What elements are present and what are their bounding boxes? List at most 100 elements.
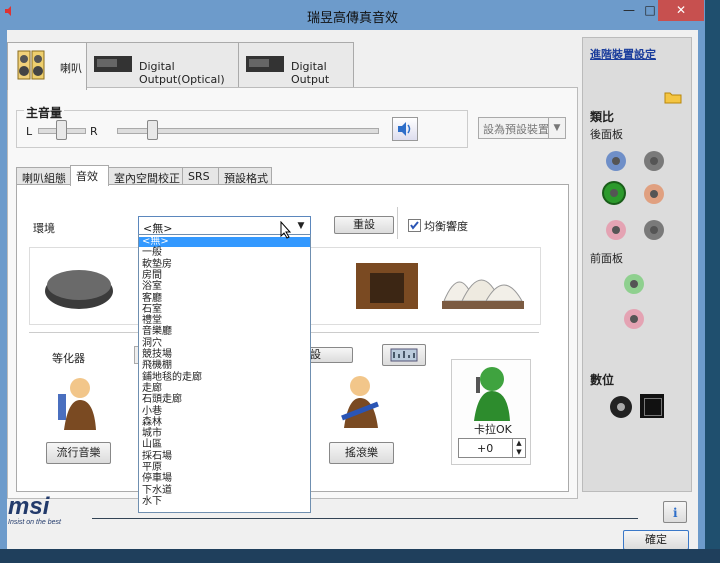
msi-logo: msi Insist on the best bbox=[8, 494, 62, 526]
tab-label: Digital Output(Optical) bbox=[139, 60, 225, 86]
tab-speakers[interactable]: 喇叭 bbox=[7, 42, 87, 90]
env-stone-room-icon[interactable] bbox=[346, 255, 432, 317]
info-icon: i bbox=[673, 506, 678, 520]
set-default-device-dropdown[interactable]: 設為預設裝置 ▼ bbox=[478, 117, 566, 139]
environment-option[interactable]: 客廳 bbox=[139, 293, 310, 304]
environment-option[interactable]: 飛機棚 bbox=[139, 361, 310, 371]
karaoke-value: +0 bbox=[477, 442, 494, 455]
environment-option[interactable]: 石室 bbox=[139, 304, 310, 315]
karaoke-stepper[interactable]: +0 ▲ ▼ bbox=[458, 438, 526, 458]
speaker-icon bbox=[17, 50, 45, 80]
rear-jack-green[interactable] bbox=[604, 183, 624, 203]
rear-jack-gray[interactable] bbox=[644, 151, 664, 171]
front-panel-label: 前面板 bbox=[590, 252, 623, 265]
speaker-volume-icon bbox=[398, 122, 411, 136]
karaoke-singer-icon bbox=[474, 367, 510, 421]
rear-jack-blue[interactable] bbox=[606, 151, 626, 171]
svg-text:msi: msi bbox=[8, 494, 51, 520]
footer-divider bbox=[92, 518, 638, 519]
eq-graphic-button[interactable] bbox=[382, 344, 426, 366]
environment-option[interactable]: 採石場 bbox=[139, 451, 310, 462]
folder-icon[interactable] bbox=[664, 90, 682, 104]
stepper-arrows[interactable]: ▲ ▼ bbox=[512, 439, 525, 457]
tab-label: 喇叭 bbox=[60, 62, 82, 75]
balance-slider-thumb[interactable] bbox=[56, 120, 67, 140]
environment-option[interactable]: 浴室 bbox=[139, 282, 310, 292]
environment-option[interactable]: 鋪地毯的走廊 bbox=[139, 372, 310, 383]
balance-right-label: R bbox=[90, 125, 98, 138]
svg-text:i: i bbox=[673, 506, 678, 520]
rock-guitarist-icon bbox=[341, 376, 379, 428]
pop-singer-icon bbox=[58, 378, 96, 430]
balance-left-label: L bbox=[26, 125, 33, 138]
mouse-cursor-icon bbox=[280, 221, 292, 239]
environment-option[interactable]: 禮堂 bbox=[139, 316, 310, 326]
volume-slider-thumb[interactable] bbox=[147, 120, 158, 140]
tab-srs[interactable]: SRS bbox=[182, 167, 219, 185]
front-jack-green[interactable] bbox=[624, 274, 644, 294]
environment-dropdown-list: <無> 一般 軟墊房 房間 浴室 客廳 石室 禮堂 音樂廳 洞穴 競技場 飛機棚 鋪地毯的走廊 走廊 石頭走… bbox=[138, 234, 311, 513]
environment-option[interactable]: 房間 bbox=[139, 270, 310, 281]
env-opera-house-icon[interactable] bbox=[440, 255, 526, 317]
environment-option[interactable]: 一般 bbox=[139, 248, 310, 258]
title-bar: 瑞昱高傳真音效 — □ ✕ bbox=[0, 0, 705, 30]
rear-jack-orange[interactable] bbox=[644, 184, 664, 204]
tab-speaker-config[interactable]: 喇叭組態 bbox=[16, 167, 71, 185]
svg-text:Insist on the best: Insist on the best bbox=[8, 519, 62, 526]
tab-label: SRS bbox=[188, 170, 210, 183]
divider bbox=[397, 207, 398, 239]
environment-option[interactable]: 城市 bbox=[139, 429, 310, 439]
checkmark-icon bbox=[410, 221, 419, 230]
environment-option[interactable]: 水下 bbox=[139, 496, 310, 507]
optical-jack-icon[interactable] bbox=[640, 394, 664, 418]
digital-device-icon bbox=[246, 56, 284, 72]
minimize-button[interactable]: — bbox=[616, 0, 642, 21]
pop-music-button[interactable]: 流行音樂 bbox=[46, 442, 111, 464]
loudness-checkbox[interactable] bbox=[408, 219, 421, 232]
environment-label: 環境 bbox=[33, 222, 55, 235]
chevron-down-icon: ▼ bbox=[297, 221, 305, 231]
environment-option[interactable]: 走廊 bbox=[139, 383, 310, 394]
loudness-label: 均衡響度 bbox=[424, 220, 468, 233]
coaxial-jack-icon[interactable] bbox=[610, 396, 632, 418]
environment-option[interactable]: 軟墊房 bbox=[139, 259, 310, 270]
tab-label: 音效 bbox=[76, 170, 98, 183]
environment-option[interactable]: 小巷 bbox=[139, 406, 310, 417]
chevron-down-icon: ▼ bbox=[548, 118, 565, 138]
environment-option[interactable]: 停車場 bbox=[139, 474, 310, 484]
tab-digital-output[interactable]: Digital Output bbox=[238, 42, 354, 89]
mute-button[interactable] bbox=[392, 117, 418, 141]
rear-jack-gray-2[interactable] bbox=[644, 220, 664, 240]
main-volume-label: 主音量 bbox=[24, 104, 65, 121]
environment-option[interactable]: 音樂廳 bbox=[139, 327, 310, 337]
tab-digital-optical[interactable]: Digital Output(Optical) bbox=[86, 42, 239, 89]
tab-room-correction[interactable]: 室內空間校正 bbox=[108, 167, 183, 185]
ok-button[interactable]: 確定 bbox=[623, 530, 689, 550]
environment-option[interactable]: 下水道 bbox=[139, 485, 310, 496]
tab-default-format[interactable]: 預設格式 bbox=[218, 167, 272, 185]
front-jack-pink[interactable] bbox=[624, 309, 644, 329]
env-generic-icon[interactable] bbox=[36, 255, 122, 317]
equalizer-label: 等化器 bbox=[52, 352, 85, 365]
environment-option[interactable]: 平原 bbox=[139, 463, 310, 473]
info-button[interactable]: i bbox=[663, 501, 687, 523]
tab-label: Digital Output bbox=[291, 60, 330, 86]
environment-option[interactable]: 山區 bbox=[139, 440, 310, 450]
equalizer-icon bbox=[390, 348, 418, 362]
environment-option[interactable]: 石頭走廊 bbox=[139, 395, 310, 405]
digital-label: 數位 bbox=[590, 373, 615, 387]
advanced-settings-link[interactable]: 進階裝置設定 bbox=[590, 46, 656, 62]
window-title: 瑞昱高傳真音效 bbox=[306, 11, 398, 26]
tab-sound-effects[interactable]: 音效 bbox=[70, 165, 109, 186]
environment-option[interactable]: 森林 bbox=[139, 417, 310, 428]
maximize-button[interactable]: □ bbox=[642, 0, 658, 21]
rock-music-button[interactable]: 搖滾樂 bbox=[329, 442, 394, 464]
close-button[interactable]: ✕ bbox=[658, 0, 704, 21]
environment-reset-button[interactable]: 重設 bbox=[334, 216, 394, 234]
rear-jack-pink[interactable] bbox=[606, 220, 626, 240]
digital-device-icon bbox=[94, 56, 132, 72]
environment-option[interactable]: 洞穴 bbox=[139, 338, 310, 349]
eq-reset-button[interactable]: 設 bbox=[305, 347, 353, 363]
default-device-label: 設為預設裝置 bbox=[483, 123, 549, 136]
environment-option[interactable]: 競技場 bbox=[139, 350, 310, 360]
